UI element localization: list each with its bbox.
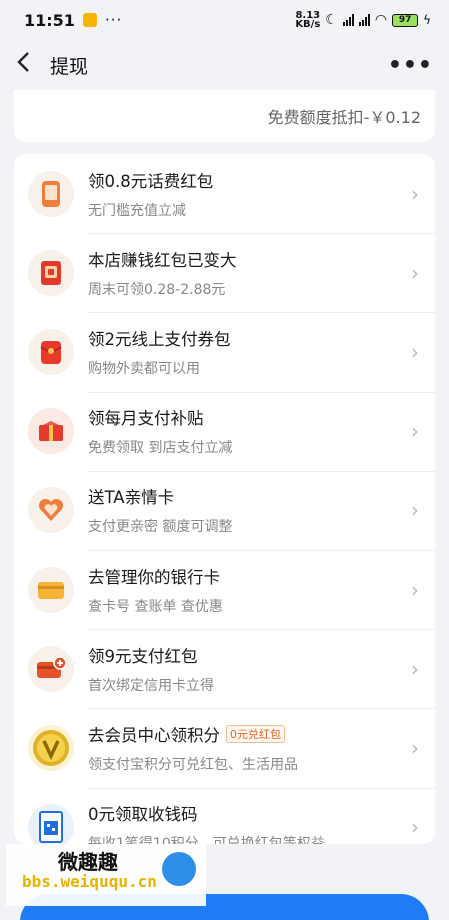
page-title: 提现 (50, 55, 89, 78)
app-notification-icon (82, 13, 97, 27)
list-item-shop-red-envelope[interactable]: 本店赚钱红包已变大 周末可领0.28-2.88元 › (14, 233, 435, 312)
watermark-logo-icon (162, 852, 196, 886)
nav-bar: 提现 ••• (0, 40, 449, 90)
heart-icon (28, 487, 74, 534)
more-notifications-icon: ··· (104, 11, 123, 29)
item-subtitle: 查卡号 查账单 查优惠 (88, 598, 223, 615)
item-title: 去会员中心领积分 (88, 725, 220, 745)
chevron-right-icon: › (411, 419, 419, 444)
status-bar: 11:51 ··· 8.13 KB/s ☾ ◠ 97 ϟ (0, 0, 449, 40)
vip-badge-icon (28, 724, 74, 771)
clock: 11:51 (24, 10, 75, 30)
chevron-right-icon: › (411, 339, 419, 364)
watermark-url: bbs.weiququ.cn (22, 872, 157, 891)
more-menu-icon[interactable]: ••• (388, 53, 433, 78)
gift-box-icon (28, 408, 74, 455)
qr-code-icon (28, 804, 74, 844)
moon-icon: ☾ (325, 12, 338, 28)
signal-icon (342, 14, 354, 26)
watermark: 微趣趣 bbs.weiququ.cn (6, 844, 206, 906)
signal-icon-2 (358, 14, 370, 26)
item-subtitle: 免费领取 到店支付立减 (88, 440, 233, 457)
list-item-bank-card[interactable]: 去管理你的银行卡 查卡号 查账单 查优惠 › (14, 549, 435, 629)
promo-tag: 0元兑红包 (226, 724, 285, 743)
chevron-right-icon: › (411, 498, 419, 523)
red-envelope-shop-icon (28, 249, 74, 296)
item-title: 领每月支付补贴 (88, 409, 204, 429)
list-item-payment-coupon[interactable]: 领2元线上支付券包 购物外卖都可以用 › (14, 312, 435, 391)
item-subtitle: 支付更亲密 额度可调整 (88, 519, 233, 536)
wifi-icon: ◠ (374, 12, 388, 28)
item-subtitle: 购物外卖都可以用 (88, 360, 200, 377)
back-icon[interactable] (16, 50, 42, 80)
fee-card: 免费额度抵扣-￥0.12 (14, 90, 435, 142)
item-title: 领2元线上支付券包 (88, 329, 231, 349)
item-subtitle: 每收1笔得10积分，可兑换红包等权益 (88, 833, 435, 844)
cut-off-fee-row (28, 86, 421, 96)
item-subtitle: 无门槛充值立减 (88, 202, 186, 219)
red-envelope-icon (28, 328, 74, 375)
charging-icon: ϟ (423, 13, 431, 27)
status-icons: 8.13 KB/s ☾ ◠ 97 ϟ (295, 10, 431, 30)
item-title: 去管理你的银行卡 (88, 567, 220, 587)
list-item-credit-card-bonus[interactable]: 领9元支付红包 首次绑定信用卡立得 › (14, 629, 435, 708)
item-title: 领0.8元话费红包 (88, 171, 214, 191)
item-subtitle: 首次绑定信用卡立得 (88, 677, 214, 694)
chevron-right-icon: › (411, 735, 419, 760)
chevron-right-icon: › (411, 656, 419, 681)
item-title: 本店赚钱红包已变大 (88, 250, 237, 270)
chevron-right-icon: › (411, 577, 419, 602)
list-item-phone-credit[interactable]: 领0.8元话费红包 无门槛充值立减 › (14, 154, 435, 233)
bank-card-icon (28, 566, 74, 613)
battery-icon: 97 (392, 13, 419, 27)
list-item-monthly-subsidy[interactable]: 领每月支付补贴免费领取 到店支付立减 › (14, 391, 435, 471)
list-item-family-card[interactable]: 送TA亲情卡支付更亲密 额度可调整 › (14, 470, 435, 550)
net-speed: 8.13 KB/s (295, 10, 321, 30)
phone-icon (28, 170, 74, 217)
credit-card-add-icon (28, 645, 74, 692)
chevron-right-icon: › (411, 260, 419, 285)
item-title: 送TA亲情卡 (88, 488, 175, 508)
chevron-right-icon: › (411, 181, 419, 206)
watermark-title: 微趣趣 (58, 850, 118, 874)
promo-list: 领0.8元话费红包 无门槛充值立减 › 本店赚钱红包已变大 周末可领0.28-2.8… (14, 154, 435, 844)
chevron-right-icon: › (411, 815, 419, 840)
item-subtitle: 周末可领0.28-2.88元 (88, 281, 226, 298)
item-title: 领9元支付红包 (88, 646, 198, 666)
fee-deduct-text: 免费额度抵扣-￥0.12 (267, 108, 421, 127)
item-subtitle: 领支付宝积分可兑红包、生活用品 (88, 756, 298, 773)
list-item-member-points[interactable]: 去会员中心领积分 0元兑红包领支付宝积分可兑红包、生活用品 › (14, 708, 435, 787)
item-title: 0元领取收钱码 (88, 805, 198, 825)
list-item-payment-qr-code[interactable]: 0元领取收钱码每收1笔得10积分，可兑换红包等权益 › (14, 787, 435, 844)
